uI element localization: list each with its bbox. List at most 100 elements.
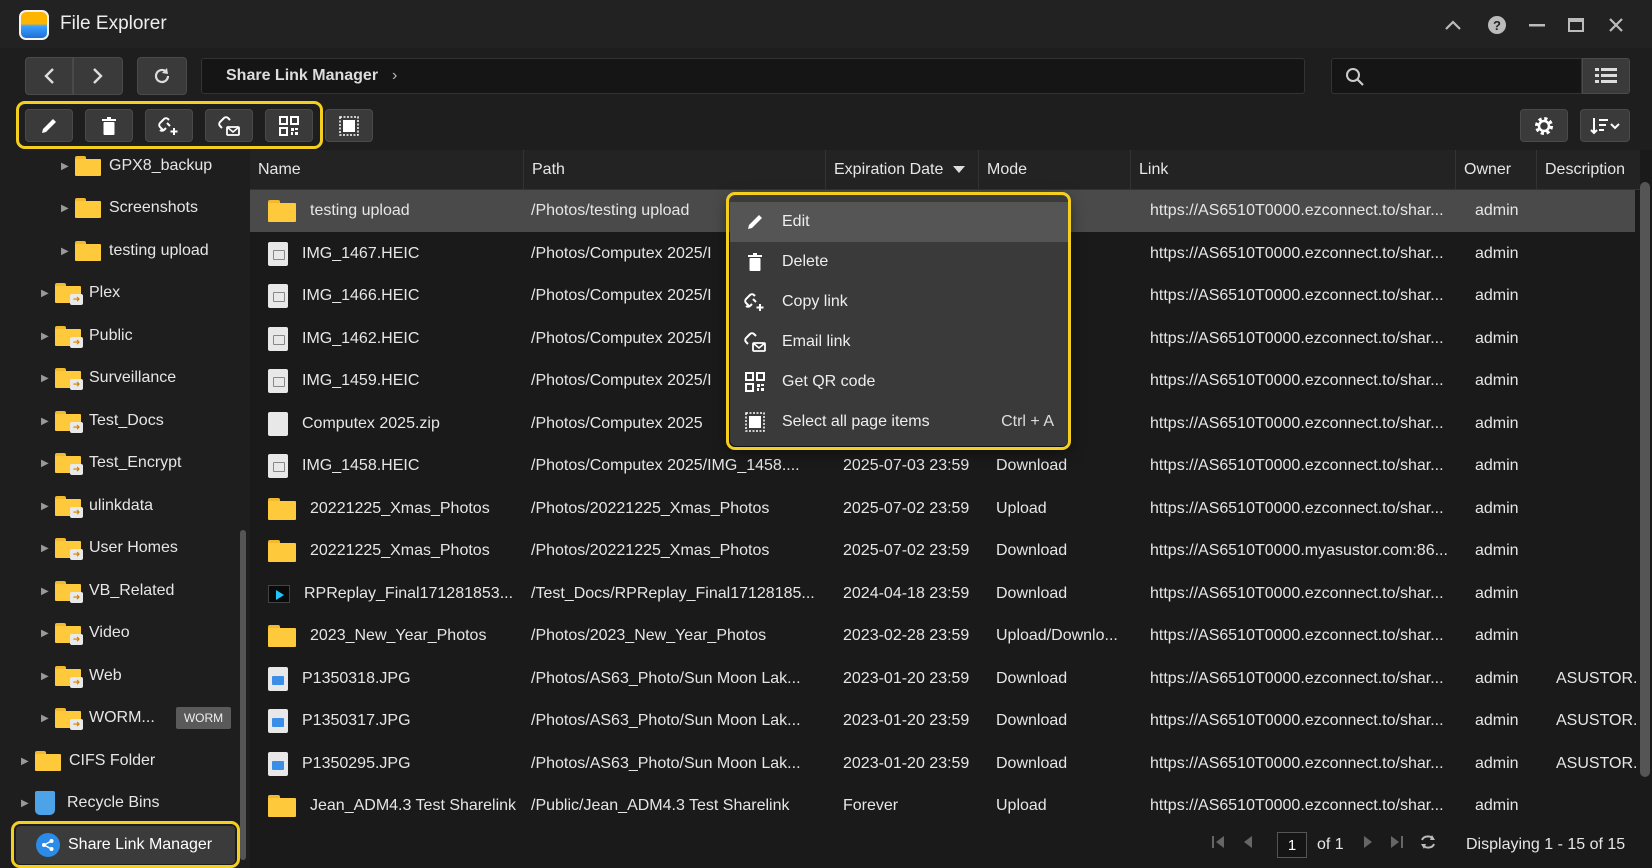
menu-item-get-qr-code[interactable]: Get QR code — [730, 362, 1068, 402]
sidebar-item-vb-related[interactable]: ▶ ➜ VB_Related — [41, 576, 174, 606]
folder-icon — [75, 156, 101, 176]
expand-arrow-icon[interactable]: ▶ — [41, 416, 55, 427]
reload-page-button[interactable] — [1419, 834, 1437, 850]
col-name[interactable]: Name — [250, 150, 524, 190]
prev-page-button[interactable] — [1243, 834, 1253, 850]
expand-arrow-icon[interactable]: ▶ — [21, 798, 35, 809]
cell-expiration: 2023-02-28 23:59 — [843, 627, 970, 644]
menu-item-edit[interactable]: Edit — [730, 202, 1068, 242]
maximize-icon[interactable] — [1563, 12, 1589, 38]
menu-item-copy-link[interactable]: Copy link — [730, 282, 1068, 322]
cell-path: /Test_Docs/RPReplay_Final17128185... — [531, 584, 815, 602]
table-row[interactable]: 2023_New_Year_Photos/Photos/2023_New_Yea… — [250, 615, 1635, 657]
settings-button[interactable] — [1520, 109, 1568, 142]
sidebar-item-test-docs[interactable]: ▶ ➜ Test_Docs — [41, 406, 164, 436]
sidebar-item-video[interactable]: ▶ ➜ Video — [41, 618, 130, 648]
copy-link-button[interactable] — [145, 109, 193, 142]
link-mail-icon — [744, 331, 766, 353]
cell-mode: Download — [996, 584, 1068, 602]
forward-button[interactable] — [73, 57, 123, 95]
file-explorer-app-icon — [19, 10, 49, 40]
sidebar-item-test-encrypt[interactable]: ▶ ➜ Test_Encrypt — [41, 448, 181, 478]
expand-arrow-icon[interactable]: ▶ — [61, 246, 75, 257]
collapse-icon[interactable] — [1440, 12, 1466, 38]
sidebar-item-recycle-bins[interactable]: ▶ Recycle Bins — [21, 788, 159, 818]
expand-arrow-icon[interactable]: ▶ — [41, 331, 55, 342]
page-number-input[interactable] — [1277, 832, 1307, 858]
expand-arrow-icon[interactable]: ▶ — [41, 288, 55, 299]
table-row[interactable]: P1350317.JPG/Photos/AS63_Photo/Sun Moon … — [250, 700, 1638, 742]
col-link[interactable]: Link — [1131, 150, 1456, 190]
expand-arrow-icon[interactable]: ▶ — [41, 713, 55, 724]
table-row[interactable]: Jean_ADM4.3 Test Sharelink/Public/Jean_A… — [250, 785, 1635, 827]
sidebar-scrollbar[interactable] — [240, 530, 246, 860]
menu-item-delete[interactable]: Delete — [730, 242, 1068, 282]
table-row[interactable]: P1350295.JPG/Photos/AS63_Photo/Sun Moon … — [250, 743, 1638, 785]
cell-link: https://AS6510T0000.ezconnect.to/shar... — [1150, 712, 1444, 729]
help-icon[interactable]: ? — [1484, 12, 1510, 38]
refresh-button[interactable] — [137, 57, 187, 95]
expand-arrow-icon[interactable]: ▶ — [21, 756, 35, 767]
edit-button[interactable] — [25, 109, 73, 142]
last-page-button[interactable] — [1390, 834, 1404, 850]
search-input[interactable] — [1372, 65, 1572, 89]
sidebar-item-worm[interactable]: ▶ ➜ WORM... — [41, 703, 155, 733]
shared-folder-icon: ➜ — [55, 411, 83, 433]
delete-button[interactable] — [85, 109, 133, 142]
sidebar-item-gpx8-backup[interactable]: ▶ GPX8_backup — [61, 151, 212, 181]
cell-description — [1556, 488, 1638, 530]
col-description[interactable]: Description — [1537, 150, 1640, 190]
sort-button[interactable] — [1580, 109, 1630, 142]
table-row[interactable]: IMG_1458.HEIC/Photos/Computex 2025/IMG_1… — [250, 445, 1635, 487]
sidebar-item-cifs-folder[interactable]: ▶ CIFS Folder — [21, 746, 155, 776]
select-all-icon — [744, 411, 766, 433]
expand-arrow-icon[interactable]: ▶ — [61, 161, 75, 172]
sort-icon — [1590, 117, 1620, 134]
menu-item-select-all[interactable]: Select all page items Ctrl + A — [730, 402, 1068, 442]
sidebar-item-share-link-manager[interactable]: Share Link Manager — [16, 826, 235, 864]
sidebar-item-user-homes[interactable]: ▶ ➜ User Homes — [41, 533, 178, 563]
expand-arrow-icon[interactable]: ▶ — [41, 501, 55, 512]
col-owner[interactable]: Owner — [1456, 150, 1537, 190]
expand-arrow-icon[interactable]: ▶ — [61, 203, 75, 214]
sidebar-item-surveillance[interactable]: ▶ ➜ Surveillance — [41, 363, 176, 393]
email-link-button[interactable] — [205, 109, 253, 142]
table-row[interactable]: P1350318.JPG/Photos/AS63_Photo/Sun Moon … — [250, 658, 1638, 700]
sidebar-item-web[interactable]: ▶ ➜ Web — [41, 661, 122, 691]
expand-arrow-icon[interactable]: ▶ — [41, 373, 55, 384]
back-button[interactable] — [25, 57, 73, 95]
expand-arrow-icon[interactable]: ▶ — [41, 543, 55, 554]
menu-item-email-link[interactable]: Email link — [730, 322, 1068, 362]
sidebar-item-testing-upload[interactable]: ▶ testing upload — [61, 236, 209, 266]
cell-link: https://AS6510T0000.ezconnect.to/shar... — [1150, 669, 1444, 687]
expand-arrow-icon[interactable]: ▶ — [41, 586, 55, 597]
expand-arrow-icon[interactable]: ▶ — [41, 628, 55, 639]
qr-code-button[interactable] — [265, 109, 313, 142]
link-plus-icon — [158, 116, 178, 135]
cell-description — [1556, 403, 1638, 445]
select-all-button[interactable] — [325, 109, 373, 142]
next-page-button[interactable] — [1363, 834, 1373, 850]
table-row[interactable]: RPReplay_Final171281853... /Test_Docs/RPR… — [250, 573, 1635, 615]
sidebar-item-ulinkdata[interactable]: ▶ ➜ ulinkdata — [41, 491, 153, 521]
expand-arrow-icon[interactable]: ▶ — [41, 458, 55, 469]
first-page-button[interactable] — [1211, 834, 1225, 850]
col-path[interactable]: Path — [524, 150, 826, 190]
sidebar-item-plex[interactable]: ▶ ➜ Plex — [41, 278, 120, 308]
cell-description — [1556, 530, 1638, 572]
table-row[interactable]: 20221225_Xmas_Photos/Photos/20221225_Xma… — [250, 530, 1635, 572]
cell-owner: admin — [1475, 202, 1519, 219]
table-scrollbar[interactable] — [1640, 182, 1650, 777]
cell-expiration: 2025-07-02 23:59 — [843, 499, 970, 517]
table-row[interactable]: 20221225_Xmas_Photos/Photos/20221225_Xma… — [250, 488, 1635, 530]
search-options-button[interactable] — [1582, 58, 1630, 94]
cell-mode: Upload — [996, 499, 1047, 517]
expand-arrow-icon[interactable]: ▶ — [41, 671, 55, 682]
minimize-icon[interactable] — [1524, 12, 1550, 38]
col-expiration-date[interactable]: Expiration Date — [826, 150, 979, 190]
sidebar-item-public[interactable]: ▶ ➜ Public — [41, 321, 133, 351]
breadcrumb-current[interactable]: Share Link Manager — [226, 67, 378, 85]
col-mode[interactable]: Mode — [979, 150, 1131, 190]
close-icon[interactable] — [1603, 12, 1629, 38]
sidebar-item-screenshots[interactable]: ▶ Screenshots — [61, 193, 198, 223]
